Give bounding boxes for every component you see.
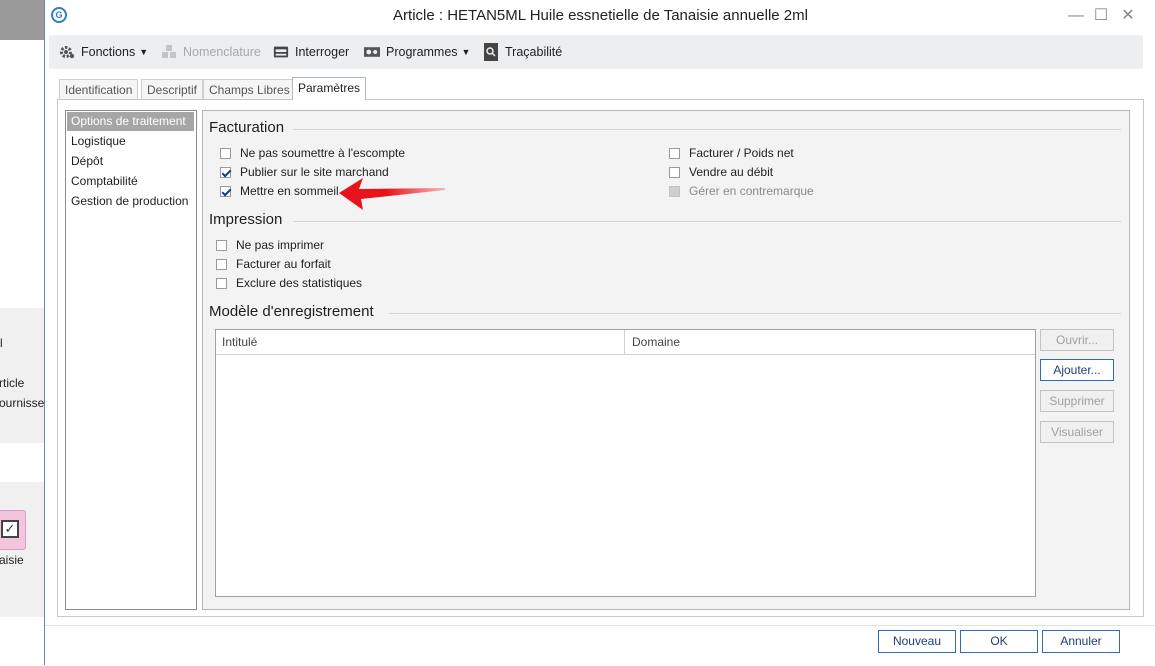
fonctions-label: Fonctions — [81, 45, 136, 59]
checkbox-label: Ne pas imprimer — [236, 238, 325, 252]
background-app: l rticle ournisse ✓ aisie — [0, 0, 44, 665]
checkbox-label: Vendre au débit — [689, 165, 774, 179]
article-dialog: G Article : HETAN5ML Huile essnetielle d… — [44, 0, 1155, 666]
supprimer-button[interactable]: Supprimer — [1040, 390, 1114, 412]
checkbox-box[interactable] — [220, 185, 231, 197]
annuler-button[interactable]: Annuler — [1042, 630, 1120, 653]
facturation-title: Facturation — [209, 119, 285, 136]
interroger-button[interactable]: Interroger — [273, 35, 349, 69]
checkbox-box[interactable] — [669, 166, 680, 178]
tab-parametres[interactable]: Paramètres — [292, 77, 367, 100]
facturation-divider — [293, 129, 1121, 130]
checkbox-label: Gérer en contremarque — [689, 184, 814, 198]
window-title: Article : HETAN5ML Huile essnetielle de … — [393, 7, 808, 24]
checkbox-label: Facturer au forfait — [236, 257, 331, 271]
maximize-button[interactable]: ☐ — [1089, 4, 1113, 28]
tracabilite-label: Traçabilité — [505, 45, 563, 59]
checkbox-label: Ne pas soumettre à l'escompte — [240, 146, 406, 160]
modele-title: Modèle d'enregistrement — [209, 303, 374, 320]
nav-item-comptabilite[interactable]: Comptabilité — [67, 172, 194, 191]
title-bar: G Article : HETAN5ML Huile essnetielle d… — [45, 0, 1155, 32]
checkbox-ne-pas-imprimer[interactable]: Ne pas imprimer — [216, 237, 324, 253]
chevron-down-icon: ▼ — [139, 47, 149, 57]
options-nav: Options de traitement Logistique Dépôt C… — [65, 110, 197, 610]
checkbox-mettre-en-sommeil[interactable]: Mettre en sommeil — [220, 183, 339, 199]
nomenclature-button[interactable]: Nomenclature — [161, 35, 261, 69]
tab-descriptif[interactable]: Descriptif — [141, 79, 204, 99]
close-button[interactable]: ✕ — [1116, 4, 1140, 28]
background-panel: l rticle ournisse — [0, 308, 44, 443]
checkbox-box[interactable] — [216, 258, 227, 270]
tracabilite-button[interactable]: Traçabilité — [483, 35, 562, 69]
modele-divider — [389, 313, 1121, 314]
search-document-icon — [483, 43, 499, 61]
programmes-label: Programmes — [386, 45, 458, 59]
checkbox-poids-net[interactable]: Facturer / Poids net — [669, 145, 794, 161]
background-check-button[interactable]: ✓ — [0, 510, 26, 550]
nav-item-logistique[interactable]: Logistique — [67, 132, 194, 151]
toolbar: Fonctions ▼ Nomenclature Interroger Prog… — [49, 35, 1143, 69]
background-text: l — [0, 336, 3, 350]
nav-item-gestion-production[interactable]: Gestion de production — [67, 192, 194, 211]
checkbox-label: Exclure des statistiques — [236, 276, 363, 290]
nomenclature-label: Nomenclature — [183, 45, 261, 59]
background-text: aisie — [0, 553, 24, 567]
boxes-icon — [161, 44, 177, 60]
checkbox-vendre-debit[interactable]: Vendre au débit — [669, 164, 773, 180]
gear-icon — [59, 44, 75, 60]
checkbox-facturer-forfait[interactable]: Facturer au forfait — [216, 256, 331, 272]
minimize-button[interactable]: — — [1064, 4, 1088, 28]
nav-item-depot[interactable]: Dépôt — [67, 152, 194, 171]
checkbox-box[interactable] — [669, 147, 680, 159]
checkbox-box — [669, 185, 680, 197]
checkbox-contremarque: Gérer en contremarque — [669, 183, 814, 199]
background-text: rticle — [0, 376, 25, 390]
impression-title: Impression — [209, 211, 283, 228]
interroger-label: Interroger — [295, 45, 350, 59]
checkbox-label: Facturer / Poids net — [689, 146, 794, 160]
checkbox-box[interactable] — [220, 166, 231, 178]
impression-divider — [293, 221, 1121, 222]
grid-header: Intitulé Domaine — [216, 330, 1035, 355]
nouveau-button[interactable]: Nouveau — [878, 630, 956, 653]
ok-button[interactable]: OK — [960, 630, 1038, 653]
ajouter-button[interactable]: Ajouter... — [1040, 359, 1114, 381]
tab-champs-libres[interactable]: Champs Libres — [203, 79, 296, 99]
programmes-menu[interactable]: Programmes ▼ — [364, 35, 470, 69]
background-toolbar — [0, 0, 44, 40]
visualiser-button[interactable]: Visualiser — [1040, 421, 1114, 443]
ouvrir-button[interactable]: Ouvrir... — [1040, 329, 1114, 351]
checkbox-escompte[interactable]: Ne pas soumettre à l'escompte — [220, 145, 405, 161]
column-intitule[interactable]: Intitulé — [216, 330, 625, 354]
annotation-arrow-icon — [339, 178, 445, 210]
background-panel-2: ✓ aisie — [0, 482, 44, 617]
checkbox-label: Mettre en sommeil — [240, 184, 339, 198]
checkbox-exclure-statistiques[interactable]: Exclure des statistiques — [216, 275, 362, 291]
checkbox-box[interactable] — [216, 277, 227, 289]
fonctions-menu[interactable]: Fonctions ▼ — [59, 35, 148, 69]
background-text: ournisse — [0, 396, 44, 410]
tab-identification[interactable]: Identification — [59, 79, 139, 99]
cabinet-icon — [273, 44, 289, 60]
checkbox-box[interactable] — [220, 147, 231, 159]
chevron-down-icon: ▼ — [461, 47, 471, 57]
checkbox-box[interactable] — [216, 239, 227, 251]
programs-gear-icon — [364, 44, 380, 60]
modele-grid[interactable]: Intitulé Domaine — [215, 329, 1036, 597]
column-domaine[interactable]: Domaine — [626, 330, 1033, 354]
checkbox-icon: ✓ — [1, 520, 19, 538]
nav-item-options-traitement[interactable]: Options de traitement — [67, 112, 194, 131]
